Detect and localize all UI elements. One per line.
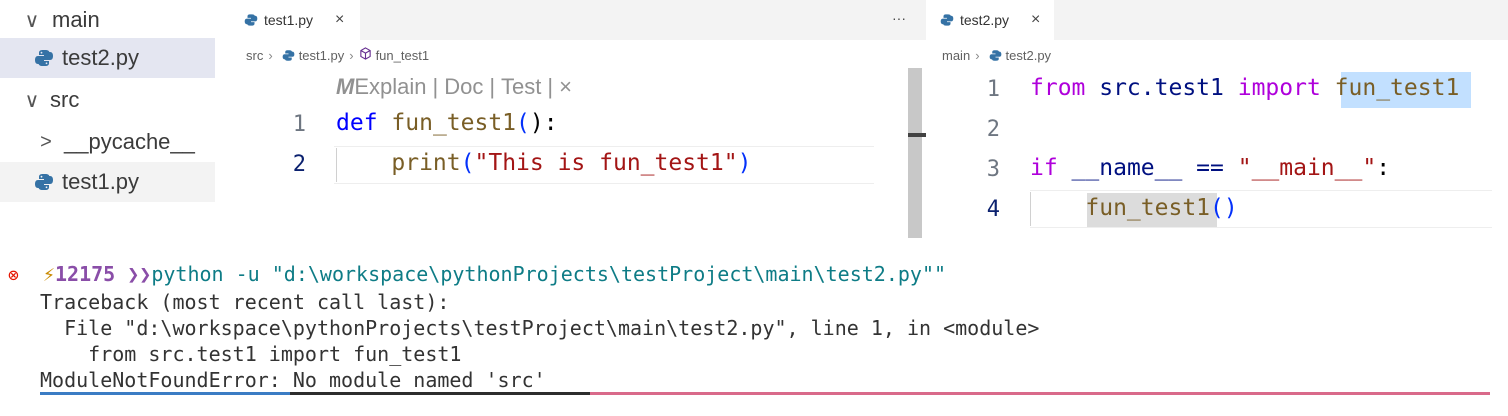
chevron-right-icon: > [40, 130, 52, 153]
right-tab-bar: test2.py × [928, 0, 1508, 40]
tree-folder-pycache[interactable]: > __pycache__ [0, 122, 215, 162]
tree-file-test1[interactable]: test1.py [0, 162, 215, 202]
breadcrumb-folder[interactable]: main [942, 48, 970, 63]
breadcrumb-folder[interactable]: src [246, 48, 263, 63]
code-line[interactable]: from src.test1 import fun_test1 [1030, 75, 1459, 101]
tab-label: test1.py [264, 12, 314, 28]
tab-label: test2.py [960, 12, 1010, 28]
code-token: ( [460, 150, 475, 176]
codelens-doc[interactable]: Doc [444, 74, 483, 100]
codelens-explain[interactable]: Explain [354, 74, 426, 100]
python-file-icon [34, 48, 54, 68]
chevron-right-icon: › [975, 47, 980, 63]
code-line[interactable]: if __name__ == "__main__": [1030, 155, 1390, 181]
code-token: src.test1 [1085, 75, 1238, 101]
code-token: fun_test1 [1334, 75, 1460, 101]
terminal-output-line: from src.test1 import fun_test1 [40, 342, 462, 366]
codelens: M Explain | Doc | Test | × [336, 74, 572, 100]
prompt-number: 12175 [54, 262, 116, 286]
codelens-logo-icon: M [336, 74, 355, 99]
chevron-right-icon: › [268, 47, 273, 63]
codelens-separator: | [489, 74, 496, 99]
bar-segment [590, 392, 1490, 395]
code-token: () [1210, 195, 1238, 221]
codelens-close-icon[interactable]: × [559, 74, 572, 100]
code-token: "This is fun_test1" [474, 150, 738, 176]
line-number: 2 [986, 117, 1000, 142]
codelens-separator: | [432, 74, 439, 99]
tree-file-test2[interactable]: test2.py [0, 38, 215, 78]
code-token: "__main__" [1237, 155, 1377, 181]
close-icon[interactable]: × [335, 11, 344, 29]
breadcrumb: src › test1.py › fun_test1 [246, 42, 429, 68]
tab-test1[interactable]: test1.py × [232, 0, 360, 40]
bar-segment [40, 392, 290, 395]
cube-icon [359, 47, 372, 63]
code-token: ( [516, 110, 530, 136]
code-token: : [1376, 155, 1391, 181]
tree-folder-main[interactable]: ∨ main [0, 0, 215, 40]
chevron-right-icon: › [349, 47, 354, 63]
code-token: print [391, 150, 461, 176]
line-number: 1 [292, 112, 306, 137]
tab-test2[interactable]: test2.py × [928, 0, 1054, 40]
tree-item-label: src [50, 87, 80, 112]
chevron-down-icon: ∨ [24, 9, 40, 32]
left-tab-bar: test1.py × ··· [232, 0, 926, 40]
line-number: 4 [986, 197, 1000, 222]
python-file-icon [989, 49, 1002, 62]
code-token: __name__ == [1057, 155, 1238, 181]
code-token: import [1237, 75, 1321, 101]
code-line[interactable]: fun_test1() [1030, 195, 1238, 221]
code-token: fun_test1 [391, 110, 517, 136]
codelens-test[interactable]: Test [501, 74, 541, 100]
code-token: ): [529, 110, 558, 136]
tree-folder-src[interactable]: ∨ src [0, 80, 215, 120]
code-token: def [336, 110, 378, 136]
line-number: 1 [986, 77, 1000, 102]
code-token: if [1030, 155, 1058, 181]
tree-item-label: __pycache__ [64, 129, 195, 154]
prompt-arrows: ❯❯ [127, 262, 152, 286]
terminal-command: python -u "d:\workspace\pythonProjects\t… [151, 262, 947, 286]
python-file-icon [244, 13, 258, 27]
chevron-down-icon: ∨ [24, 89, 40, 112]
terminal-output-line: File "d:\workspace\pythonProjects\testPr… [40, 316, 1040, 340]
scrollbar-position-marker [908, 133, 926, 137]
line-number: 2 [292, 152, 306, 177]
code-token: fun_test1 [1085, 195, 1211, 221]
line-number: 3 [986, 157, 1000, 182]
code-token: from [1030, 75, 1086, 101]
code-line[interactable]: def fun_test1(): [336, 110, 558, 136]
python-file-icon [282, 49, 295, 62]
breadcrumb: main › test2.py [942, 42, 1051, 68]
breadcrumb-file[interactable]: test1.py [299, 48, 345, 63]
python-file-icon [34, 172, 54, 192]
error-circle-icon: ⊗ [8, 265, 19, 286]
terminal-panel[interactable]: ⊗ ⚡12175 ❯❯python -u "d:\workspace\pytho… [0, 254, 1508, 394]
file-explorer: ∨ main test2.py ∨ src > __pycache__ test… [0, 0, 215, 212]
editor-scrollbar[interactable] [908, 68, 922, 238]
tree-item-label: main [52, 7, 100, 32]
codelens-separator: | [547, 74, 554, 99]
tree-item-label: test1.py [62, 169, 140, 194]
code-line[interactable]: print("This is fun_test1") [336, 150, 751, 176]
terminal-output-line: ModuleNotFoundError: No module named 'sr… [40, 368, 546, 392]
terminal-output-line: Traceback (most recent call last): [40, 290, 450, 314]
bar-segment [290, 392, 590, 395]
more-actions-icon[interactable]: ··· [892, 10, 906, 26]
breadcrumb-symbol[interactable]: fun_test1 [376, 48, 430, 63]
terminal-command-line: ⊗ ⚡12175 ❯❯python -u "d:\workspace\pytho… [8, 262, 946, 286]
python-file-icon [940, 13, 954, 27]
tree-item-label: test2.py [62, 45, 140, 70]
breadcrumb-file[interactable]: test2.py [1006, 48, 1052, 63]
code-token: ) [737, 150, 752, 176]
bottom-edge-bar [0, 392, 1508, 416]
close-icon[interactable]: × [1031, 11, 1040, 29]
lightning-icon: ⚡ [42, 262, 55, 286]
